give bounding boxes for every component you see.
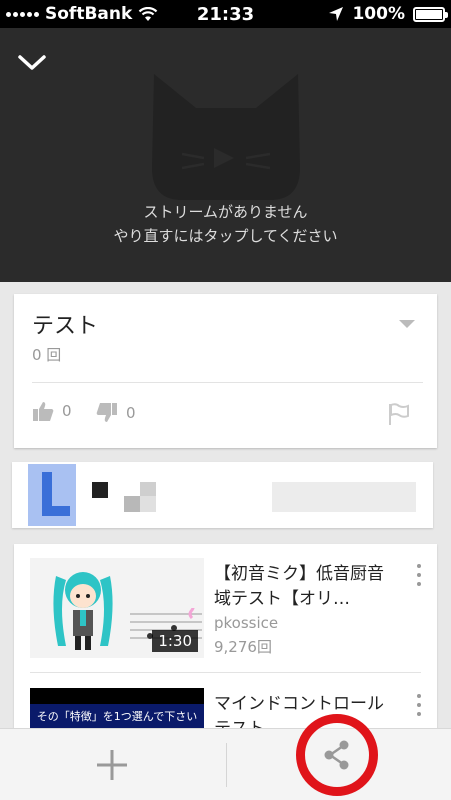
toolbar-divider — [226, 743, 227, 787]
divider — [32, 382, 423, 383]
subscribe-button-placeholder[interactable] — [272, 482, 416, 512]
video-channel-name: pkossice — [214, 614, 279, 632]
thumbnail-caption: その「特徴」を1つ選んで下さい — [30, 704, 204, 728]
divider — [30, 672, 421, 673]
list-item[interactable]: 1:30 【初音ミク】低音厨音域テスト【オリ… pkossice 9,276回 — [14, 544, 437, 674]
video-view-count: 0 回 — [32, 346, 62, 364]
like-button[interactable]: 0 — [32, 400, 72, 422]
channel-name-pixel — [140, 496, 156, 512]
bottom-toolbar — [0, 728, 451, 800]
more-vert-icon[interactable] — [417, 694, 423, 716]
character-illustration — [53, 572, 113, 650]
like-count: 0 — [62, 402, 72, 420]
share-icon — [324, 740, 349, 770]
video-title: テスト — [32, 314, 99, 339]
add-icon — [97, 750, 127, 780]
video-player[interactable]: ストリームがありません やり直すにはタップしてください — [0, 28, 451, 282]
dislike-button[interactable]: 0 — [96, 402, 136, 424]
add-to-playlist-button[interactable] — [86, 739, 138, 791]
channel-name-pixel — [124, 496, 140, 512]
battery-percent: 100% — [352, 4, 405, 24]
channel-card[interactable] — [12, 462, 433, 528]
video-thumbnail[interactable]: 1:30 — [30, 558, 204, 658]
player-error-message[interactable]: ストリームがありません やり直すにはタップしてください — [0, 200, 451, 248]
expand-details-icon[interactable] — [399, 320, 415, 328]
status-right: 100% — [328, 0, 448, 28]
video-info-card: テスト 0 回 0 0 — [14, 294, 437, 448]
share-button[interactable] — [296, 714, 378, 796]
cat-logo-icon — [152, 74, 300, 200]
more-vert-icon[interactable] — [417, 564, 423, 586]
flag-icon[interactable] — [387, 402, 411, 426]
battery-icon — [413, 6, 448, 22]
player-message-line1: ストリームがありません — [143, 203, 308, 221]
channel-name-pixel — [92, 482, 108, 498]
collapse-chevron-icon[interactable] — [16, 48, 48, 76]
status-bar: SoftBank 21:33 100% — [0, 0, 451, 28]
thumbs-up-icon — [33, 402, 54, 421]
channel-avatar[interactable] — [28, 464, 76, 526]
video-title[interactable]: 【初音ミク】低音厨音域テスト【オリ… — [214, 562, 394, 612]
thumbs-down-icon — [96, 403, 117, 422]
video-duration: 1:30 — [152, 630, 198, 652]
location-arrow-icon — [329, 7, 344, 21]
video-view-count: 9,276回 — [214, 638, 272, 656]
dislike-count: 0 — [126, 404, 136, 422]
player-message-line2: やり直すにはタップしてください — [113, 227, 338, 245]
